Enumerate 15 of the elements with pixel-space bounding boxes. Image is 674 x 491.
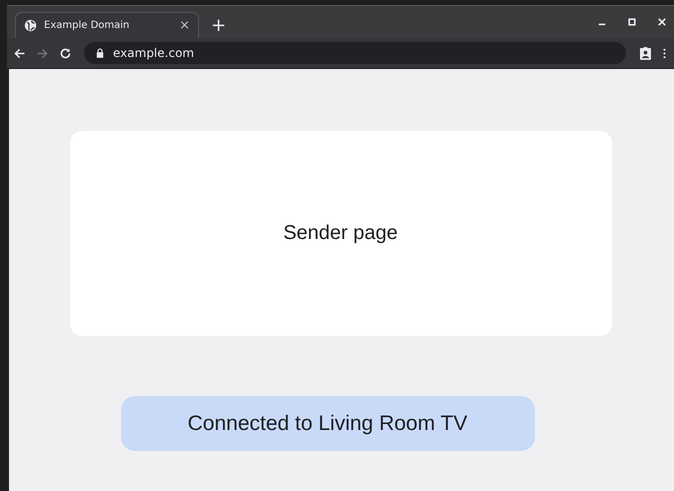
maximize-icon[interactable] (628, 18, 636, 26)
profile-badge-icon[interactable] (640, 46, 651, 60)
tab-title: Example Domain (44, 20, 130, 31)
back-arrow-icon[interactable] (13, 46, 26, 60)
globe-icon (24, 19, 37, 32)
lock-icon (96, 48, 104, 58)
connection-status: Connected to Living Room TV (120, 396, 534, 451)
close-tab-button[interactable]: × (179, 18, 190, 33)
address-bar[interactable]: example.com (84, 42, 626, 64)
close-icon[interactable] (658, 18, 666, 26)
browser-tab[interactable]: Example Domain × (15, 12, 199, 38)
card-text: Sender page (283, 222, 398, 245)
new-tab-button[interactable]: + (205, 12, 232, 38)
menu-icon[interactable] (663, 48, 666, 58)
reload-icon[interactable] (59, 46, 72, 60)
